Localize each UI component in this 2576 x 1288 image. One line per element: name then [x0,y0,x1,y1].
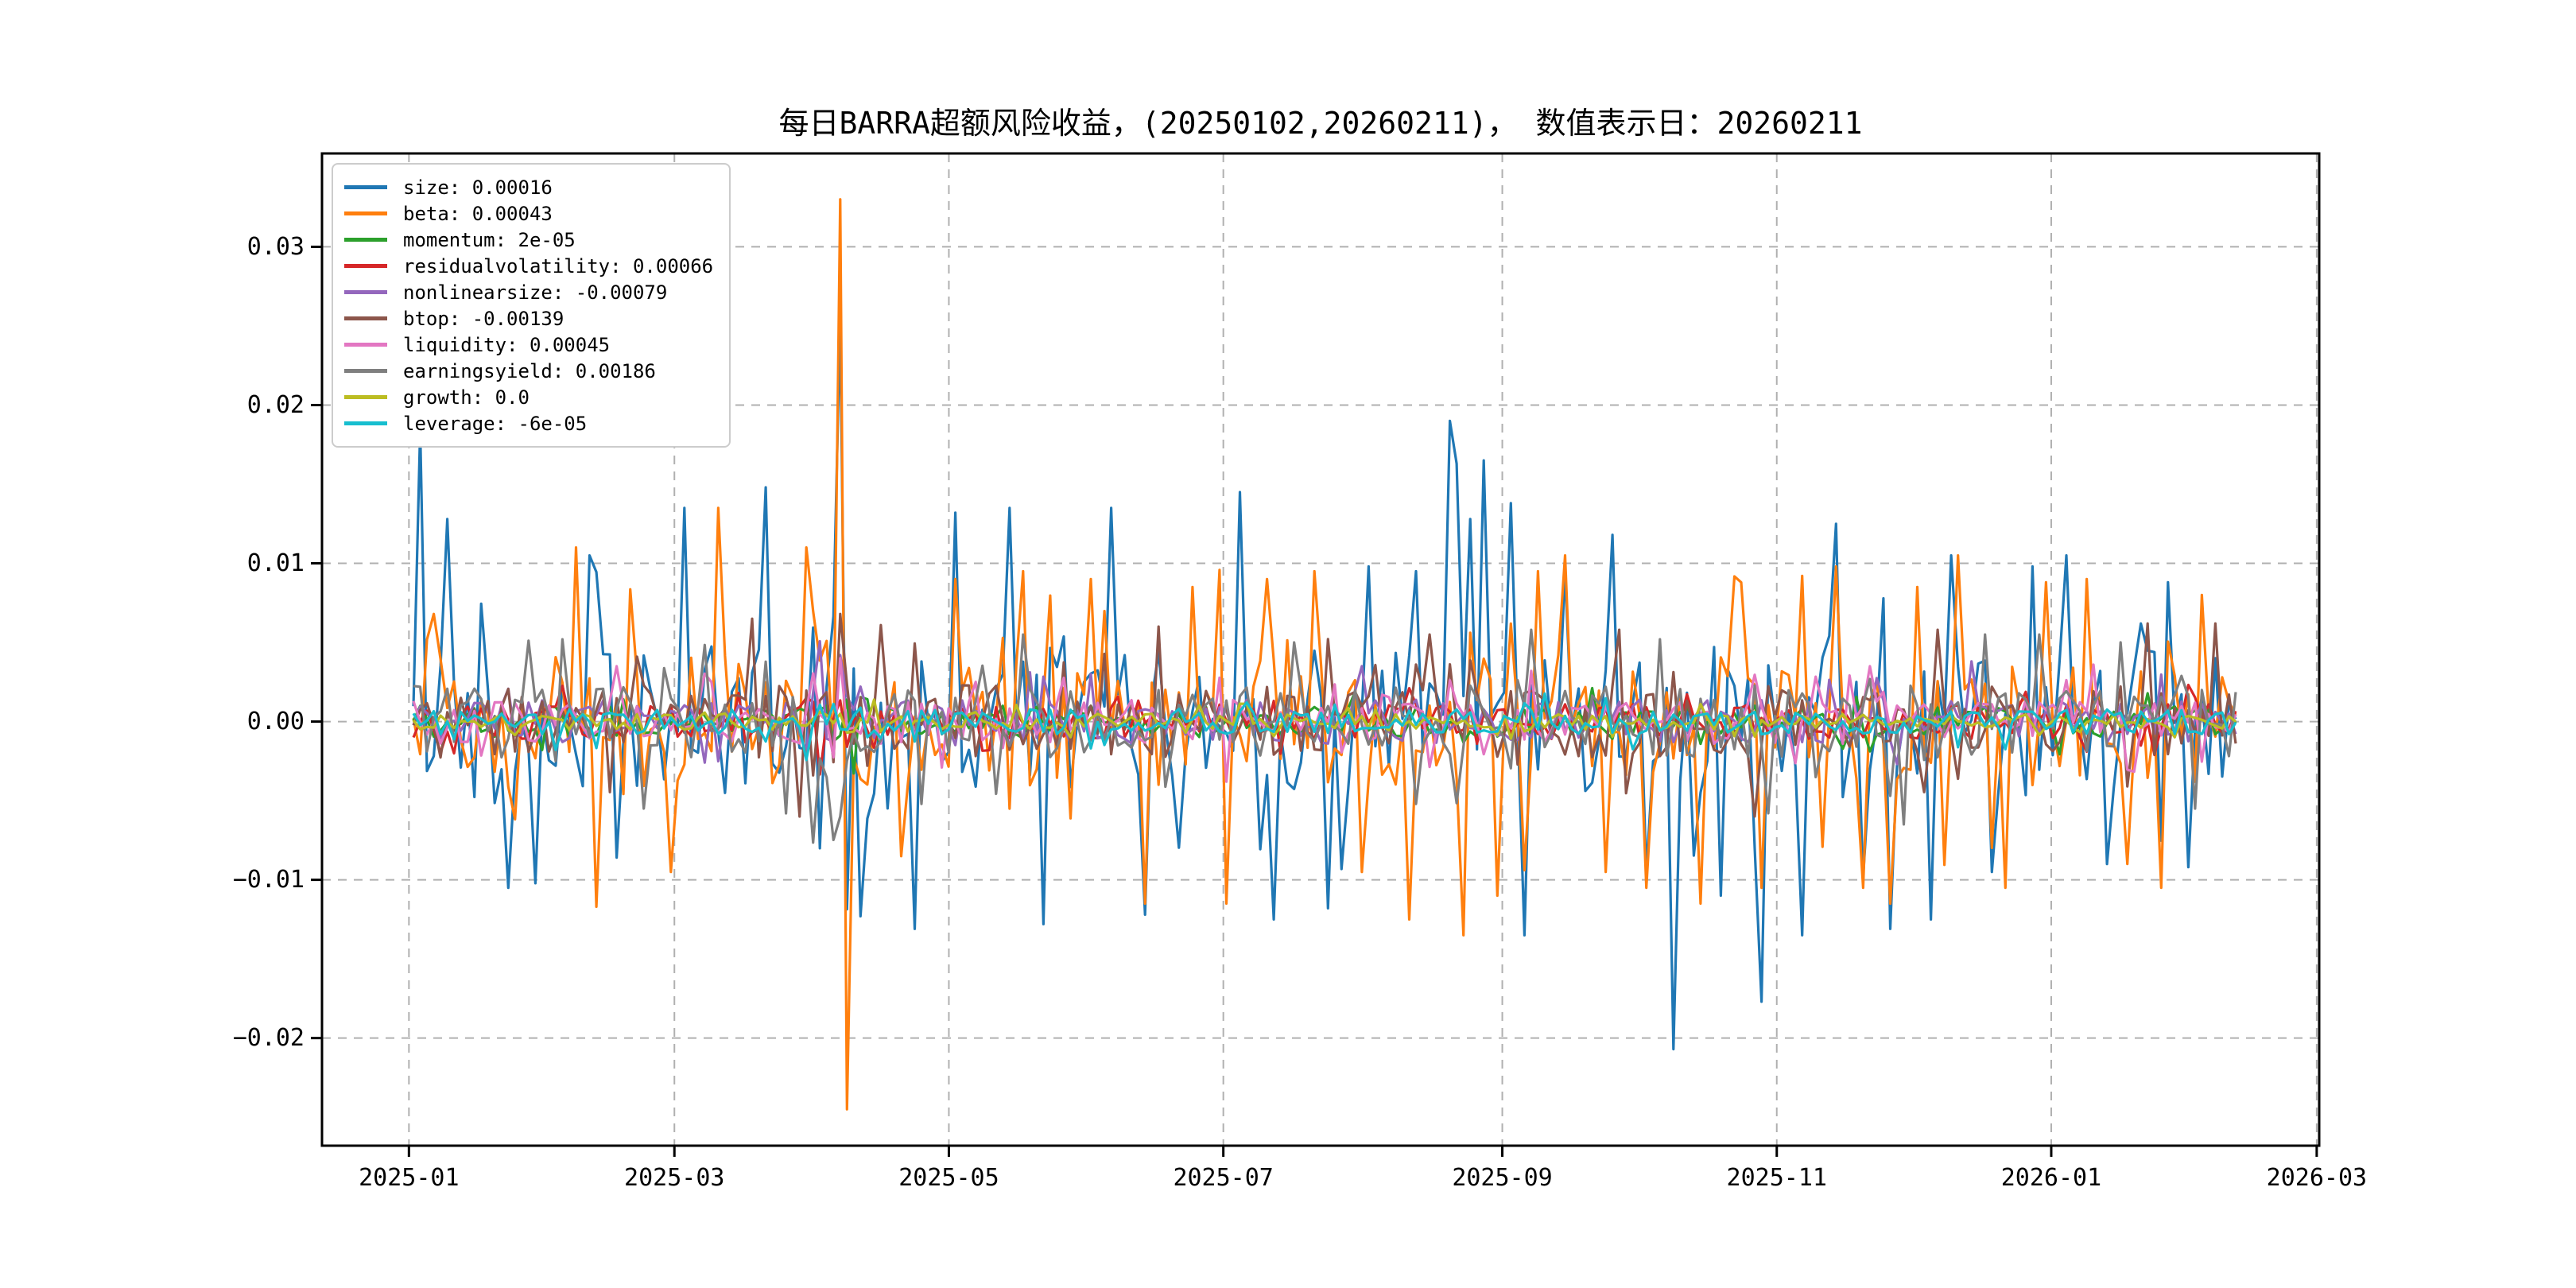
legend-label-momentum: momentum: 2e-05 [403,229,576,251]
legend-swatch-nonlinearsize [344,290,387,294]
legend-label-leverage: leverage: -6e-05 [403,413,587,435]
y-tick-label: 0.02 [247,391,305,419]
legend-item-momentum: momentum: 2e-05 [344,227,713,253]
legend-item-growth: growth: 0.0 [344,384,713,410]
y-tick-label: 0.00 [247,708,305,735]
legend-swatch-beta [344,211,387,215]
legend-swatch-liquidity [344,343,387,347]
legend-label-earningsyield: earningsyield: 0.00186 [403,360,656,382]
legend-item-residualvolatility: residualvolatility: 0.00066 [344,253,713,279]
legend-label-size: size: 0.00016 [403,177,553,199]
y-tick-label: 0.01 [247,549,305,577]
x-tick-label: 2025-05 [898,1164,999,1192]
legend-item-leverage: leverage: -6e-05 [344,410,713,436]
legend-swatch-momentum [344,238,387,242]
x-tick-label: 2026-01 [2001,1164,2101,1192]
legend-item-earningsyield: earningsyield: 0.00186 [344,358,713,384]
y-tick-label: 0.03 [247,233,305,261]
legend-item-btop: btop: -0.00139 [344,305,713,332]
legend-item-size: size: 0.00016 [344,174,713,200]
legend-label-residualvolatility: residualvolatility: 0.00066 [403,255,713,277]
x-tick-label: 2026-03 [2267,1164,2367,1192]
legend-swatch-earningsyield [344,369,387,373]
x-tick-label: 2025-09 [1452,1164,1552,1192]
legend-box: size: 0.00016 beta: 0.00043 momentum: 2e-0… [332,163,731,448]
legend-swatch-growth [344,395,387,399]
legend-label-btop: btop: -0.00139 [403,308,564,330]
x-tick-label: 2025-03 [624,1164,724,1192]
x-tick-label: 2025-11 [1727,1164,1827,1192]
legend-swatch-size [344,185,387,189]
figure-canvas: 0.03 0.02 0.01 0.00 −0.01 −0.02 2025-01 2025-03… [0,0,2576,1288]
y-tick-label: −0.01 [233,866,305,894]
legend-swatch-residualvolatility [344,264,387,268]
legend-item-liquidity: liquidity: 0.00045 [344,332,713,358]
legend-swatch-btop [344,316,387,320]
x-tick-label: 2025-07 [1173,1164,1273,1192]
legend-label-nonlinearsize: nonlinearsize: -0.00079 [403,281,667,304]
legend-swatch-leverage [344,421,387,425]
legend-label-beta: beta: 0.00043 [403,203,553,225]
legend-item-nonlinearsize: nonlinearsize: -0.00079 [344,279,713,305]
legend-label-liquidity: liquidity: 0.00045 [403,334,610,356]
x-tick-label: 2025-01 [359,1164,459,1192]
chart-title: 每日BARRA超额风险收益，(20250102,20260211)， 数值表示日… [322,105,2319,142]
y-tick-label: −0.02 [233,1024,305,1052]
legend-item-beta: beta: 0.00043 [344,200,713,227]
legend-label-growth: growth: 0.0 [403,386,530,409]
